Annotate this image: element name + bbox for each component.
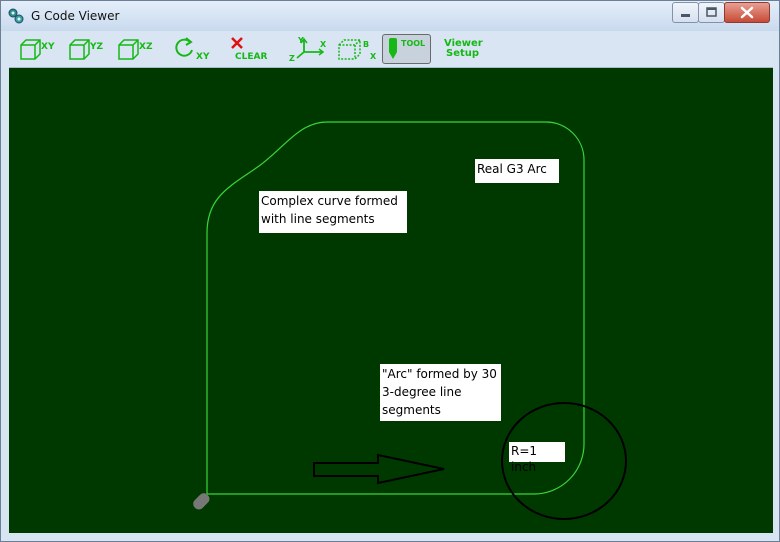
maximize-button[interactable] (698, 2, 725, 23)
direction-arrow (313, 453, 445, 485)
view-xy-button[interactable]: XY (19, 34, 61, 62)
tool-label: TOOL (401, 39, 425, 48)
radius-label: R=1 inch (509, 442, 565, 474)
cube-view-icon: XZ (118, 39, 153, 60)
complex-curve-label: Complex curve formed with line segments (259, 191, 407, 233)
minimize-button[interactable] (672, 2, 699, 23)
bounding-box-icon: B X (338, 39, 377, 61)
rotate-icon: XY (175, 37, 210, 62)
bounding-box-button[interactable]: B X (337, 34, 381, 62)
app-window: G Code Viewer XY YZ XZ XY CLEAR Y X Z B … (0, 0, 780, 542)
title-bar: G Code Viewer (1, 1, 779, 31)
clear-button[interactable]: CLEAR (227, 34, 275, 62)
view-yz-label: YZ (89, 42, 104, 52)
cube-view-icon: YZ (69, 39, 104, 60)
box-x-label: X (370, 52, 377, 61)
maximize-icon (706, 7, 717, 17)
real-arc-label: Real G3 Arc (475, 159, 559, 183)
viewer-setup-button[interactable]: Viewer Setup (439, 34, 487, 62)
clear-x-icon: CLEAR (231, 37, 267, 62)
view-xz-label: XZ (139, 42, 153, 52)
window-title: G Code Viewer (31, 9, 120, 23)
axis-z-label: Z (289, 54, 295, 63)
view-xy-label: XY (41, 42, 55, 52)
tool-button[interactable]: TOOL (382, 34, 431, 64)
toolbar: XY YZ XZ XY CLEAR Y X Z B X TOOL Viewer … (9, 31, 773, 68)
close-icon (740, 6, 754, 19)
view-xz-button[interactable]: XZ (117, 34, 159, 62)
app-gear-icon (8, 8, 24, 24)
toolpath-canvas[interactable]: Real G3 Arc Complex curve formed with li… (9, 68, 773, 533)
segmented-arc-label: "Arc" formed by 30 3-degree line segment… (380, 364, 501, 421)
axes-button[interactable]: Y X Z (289, 34, 331, 63)
axes-icon: Y X Z (289, 36, 327, 63)
toolpath-drawing (193, 121, 627, 520)
view-yz-button[interactable]: YZ (68, 34, 110, 62)
viewer-setup-icon: Viewer Setup (444, 38, 483, 59)
close-button[interactable] (724, 2, 770, 23)
cube-view-icon: XY (20, 39, 55, 60)
rotate-xy-label: XY (196, 52, 210, 62)
axis-y-label: Y (297, 36, 304, 45)
box-b-label: B (363, 40, 369, 49)
rotate-xy-button[interactable]: XY (174, 34, 214, 62)
minimize-icon (681, 14, 690, 17)
clear-label: CLEAR (235, 52, 267, 62)
axis-x-label: X (320, 40, 327, 49)
tool-icon: TOOL (389, 38, 425, 59)
viewer-setup-line2: Setup (446, 48, 479, 59)
